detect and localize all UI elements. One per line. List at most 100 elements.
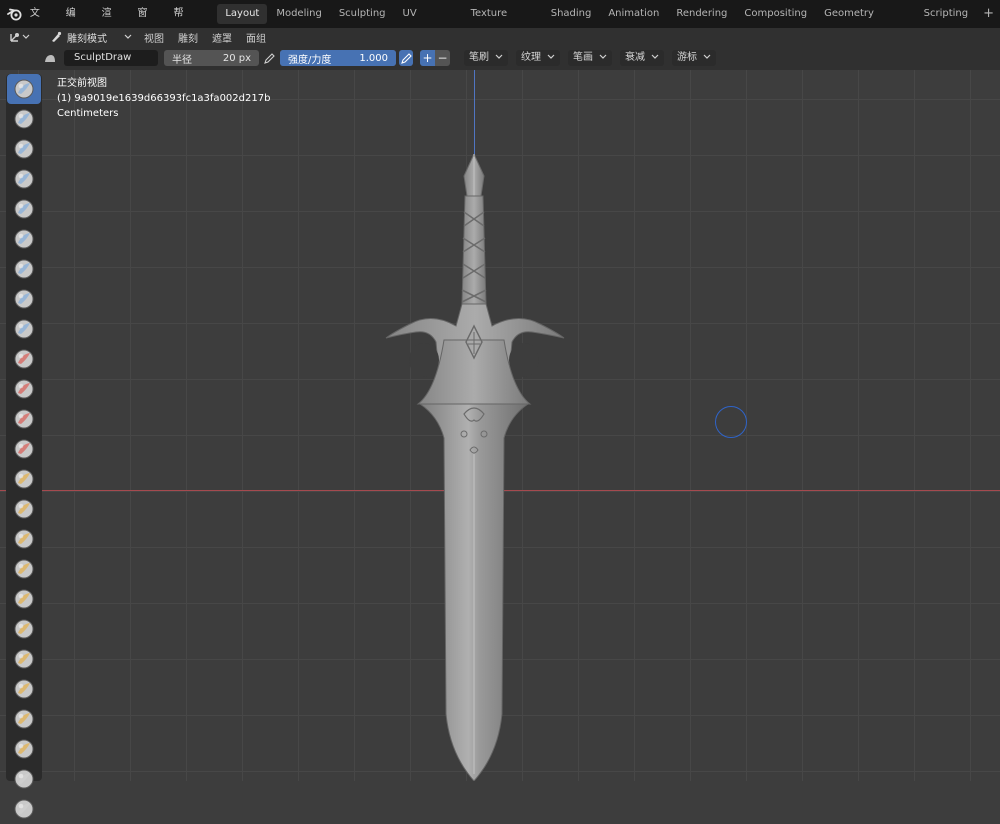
tool-flatten[interactable] xyxy=(7,374,41,404)
viewport-info-overlay: 正交前视图 (1) 9a9019e1639d66393fc1a3fa002d21… xyxy=(57,76,270,121)
falloff-dropdown[interactable]: 衰减 xyxy=(620,50,664,66)
tool-clay-strips[interactable] xyxy=(7,164,41,194)
tool-inflate[interactable] xyxy=(7,254,41,284)
mode-selector[interactable]: 雕刻模式 xyxy=(44,28,138,46)
tool-pinch[interactable] xyxy=(7,494,41,524)
blender-logo-icon[interactable] xyxy=(4,0,26,28)
tool-smooth[interactable] xyxy=(7,344,41,374)
snake-hook-icon xyxy=(14,589,34,609)
tool-nudge[interactable] xyxy=(7,674,41,704)
multiplane-scrape-icon xyxy=(14,469,34,489)
brush-dropdown[interactable]: 笔刷 xyxy=(464,50,508,66)
tab-modeling[interactable]: Modeling xyxy=(268,4,330,24)
inflate-icon xyxy=(14,259,34,279)
menu-file[interactable]: 文件 xyxy=(26,0,58,47)
cursor-dropdown[interactable]: 游标 xyxy=(672,50,716,66)
chevron-down-icon xyxy=(547,50,555,66)
tool-clay-thumb[interactable] xyxy=(7,194,41,224)
falloff-dropdown-label: 衰减 xyxy=(625,52,645,63)
chevron-down-icon xyxy=(495,50,503,66)
view-name: 正交前视图 xyxy=(57,78,107,89)
tool-scrape[interactable] xyxy=(7,434,41,464)
tool-rotate[interactable] xyxy=(7,704,41,734)
tab-layout[interactable]: Layout xyxy=(217,4,268,24)
tab-scripting[interactable]: Scripting xyxy=(916,4,976,24)
sculpt-brush-icon xyxy=(52,31,62,42)
direction-subtract-button[interactable]: − xyxy=(435,50,450,66)
stroke-dropdown[interactable]: 笔画 xyxy=(568,50,612,66)
tool-pose[interactable] xyxy=(7,644,41,674)
unit-system: Centimeters xyxy=(57,108,119,119)
cloth-icon xyxy=(14,799,34,819)
workspace-tabs: Layout Modeling Sculpting UV Editing Tex… xyxy=(217,0,1000,39)
radius-label: 半径 xyxy=(172,54,192,66)
radius-field[interactable]: 半径 20 px xyxy=(164,50,259,66)
brush-cursor-ring xyxy=(715,406,747,438)
tab-uv-editing[interactable]: UV Editing xyxy=(395,4,462,39)
pose-icon xyxy=(14,649,34,669)
tool-fill[interactable] xyxy=(7,404,41,434)
grab-icon xyxy=(14,529,34,549)
editor-type-selector[interactable] xyxy=(0,28,44,46)
clay-thumb-icon xyxy=(14,199,34,219)
tool-thumb[interactable] xyxy=(7,614,41,644)
clay-strips-icon xyxy=(14,169,34,189)
tab-geometry-nodes[interactable]: Geometry Nodes xyxy=(816,4,915,39)
tool-layer[interactable] xyxy=(7,224,41,254)
crease-icon xyxy=(14,319,34,339)
3d-viewport[interactable]: 正交前视图 (1) 9a9019e1639d66393fc1a3fa002d21… xyxy=(0,70,1000,781)
menu-view[interactable]: 视图 xyxy=(138,30,172,45)
direction-add-button[interactable]: + xyxy=(420,50,435,66)
tool-blob[interactable] xyxy=(7,284,41,314)
tab-rendering[interactable]: Rendering xyxy=(668,4,735,24)
sword-model[interactable] xyxy=(380,154,570,781)
top-menu-bar: 文件 编辑 渲染 窗口 帮助 Layout Modeling Sculpting… xyxy=(0,0,1000,47)
tab-shading[interactable]: Shading xyxy=(543,4,600,24)
tab-animation[interactable]: Animation xyxy=(600,4,667,24)
add-workspace-button[interactable]: + xyxy=(977,4,1000,24)
tool-grab[interactable] xyxy=(7,524,41,554)
tool-crease[interactable] xyxy=(7,314,41,344)
brush-thumbnail-icon[interactable] xyxy=(44,51,58,65)
strength-pressure-icon[interactable] xyxy=(399,50,413,66)
pinch-icon xyxy=(14,499,34,519)
menu-edit[interactable]: 编辑 xyxy=(58,0,94,47)
fill-icon xyxy=(14,409,34,429)
tool-multiplane-scrape[interactable] xyxy=(7,464,41,494)
menu-face-sets[interactable]: 面组 xyxy=(240,30,274,45)
clay-icon xyxy=(14,139,34,159)
brush-name-field[interactable]: SculptDraw xyxy=(64,50,158,66)
tool-cloth[interactable] xyxy=(7,794,41,824)
tool-draw-sharp[interactable] xyxy=(7,104,41,134)
tool-slide-relax[interactable] xyxy=(7,734,41,764)
direction-toggle: + − xyxy=(420,50,450,66)
menu-render[interactable]: 渲染 xyxy=(94,0,130,47)
menu-help[interactable]: 帮助 xyxy=(165,0,201,47)
tool-boundary[interactable] xyxy=(7,764,41,794)
texture-dropdown-label: 纹理 xyxy=(521,52,541,63)
menu-sculpt[interactable]: 雕刻 xyxy=(172,30,206,45)
menu-mask[interactable]: 遮罩 xyxy=(206,30,240,45)
draw-icon xyxy=(14,79,34,99)
layer-icon xyxy=(14,229,34,249)
blob-icon xyxy=(14,289,34,309)
z-axis-line xyxy=(474,70,475,162)
tool-shelf xyxy=(6,74,42,819)
tab-sculpting[interactable]: Sculpting xyxy=(331,4,394,24)
tab-texture-paint[interactable]: Texture Paint xyxy=(463,4,542,39)
tool-elastic-deform[interactable] xyxy=(7,554,41,584)
strength-field[interactable]: 强度/力度 1.000 xyxy=(280,50,396,66)
mode-label: 雕刻模式 xyxy=(67,33,107,45)
chevron-down-icon xyxy=(651,50,659,66)
elastic-deform-icon xyxy=(14,559,34,579)
radius-value: 20 px xyxy=(222,52,251,64)
tool-draw[interactable] xyxy=(7,74,41,104)
tool-clay[interactable] xyxy=(7,134,41,164)
radius-pressure-icon[interactable] xyxy=(262,50,276,66)
menu-window[interactable]: 窗口 xyxy=(130,0,166,47)
tool-snake-hook[interactable] xyxy=(7,584,41,614)
tab-compositing[interactable]: Compositing xyxy=(736,4,815,24)
chevron-down-icon xyxy=(703,50,711,66)
texture-dropdown[interactable]: 纹理 xyxy=(516,50,560,66)
smooth-icon xyxy=(14,349,34,369)
